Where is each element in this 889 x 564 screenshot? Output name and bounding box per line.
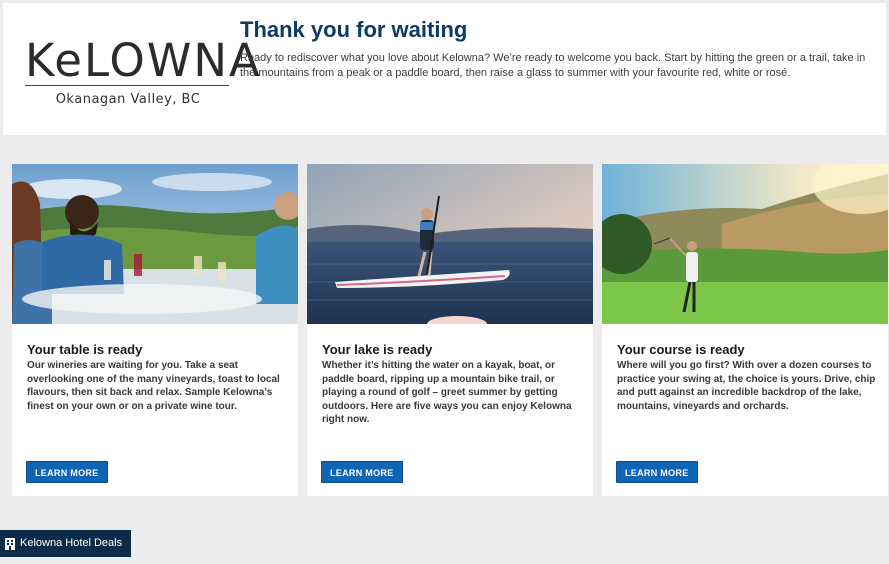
paddle-board-lake-photo[interactable]	[307, 164, 593, 324]
card-title: Your course is ready	[617, 342, 745, 357]
golf-course-photo[interactable]	[602, 164, 888, 324]
learn-more-button[interactable]: LEARN MORE	[26, 461, 108, 483]
hotel-deals-label: Kelowna Hotel Deals	[20, 537, 123, 549]
card-title: Your lake is ready	[322, 342, 433, 357]
card-course: Your course is ready Where will you go f…	[602, 164, 888, 496]
card-text: Our wineries are waiting for you. Take a…	[27, 360, 280, 412]
learn-more-button[interactable]: LEARN MORE	[616, 461, 698, 483]
winery-dining-photo[interactable]	[12, 164, 298, 324]
kelowna-logo[interactable]: KeLOWNA Okanagan Valley, BC	[25, 34, 262, 109]
card-text: Whether it’s hitting the water on a kaya…	[322, 360, 572, 426]
logo-subtitle: Okanagan Valley, BC	[55, 92, 201, 107]
card-lake: Your lake is ready Whether it’s hitting …	[307, 164, 593, 496]
page-title: Thank you for waiting	[240, 17, 468, 42]
header-panel: KeLOWNA Okanagan Valley, BC Thank you fo…	[3, 3, 886, 135]
card-text: Where will you go first? With over a doz…	[617, 360, 876, 412]
logo-wordmark: KeLOWNA	[25, 34, 262, 87]
learn-more-button[interactable]: LEARN MORE	[321, 461, 403, 483]
hotel-deals-button[interactable]: Kelowna Hotel Deals	[0, 530, 132, 557]
hotel-icon	[5, 537, 15, 550]
card-title: Your table is ready	[27, 342, 143, 357]
intro-text: Ready to rediscover what you love about …	[240, 52, 866, 79]
card-table: Your table is ready Our wineries are wai…	[12, 164, 298, 496]
